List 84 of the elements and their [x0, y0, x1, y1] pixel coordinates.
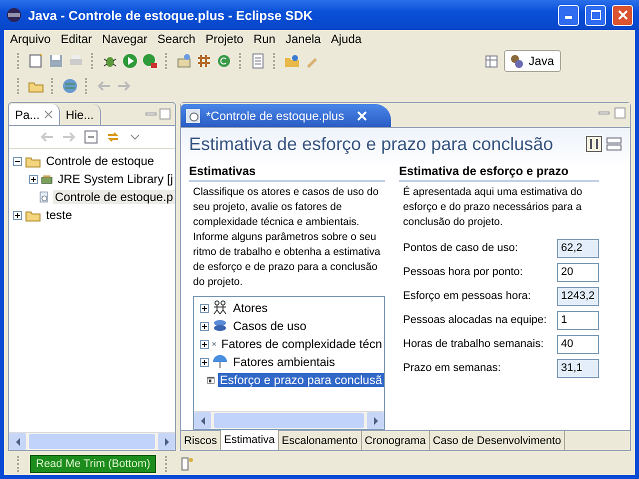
section-heading: Estimativas: [189, 164, 385, 182]
expand-toggle[interactable]: [200, 304, 209, 312]
folder-icon[interactable]: [284, 52, 300, 68]
horizontal-scrollbar[interactable]: [194, 411, 384, 429]
field-label: Horas de trabalho semanais:: [403, 338, 544, 350]
minimize-button[interactable]: [558, 4, 579, 26]
document-icon[interactable]: [250, 52, 266, 68]
maximize-button[interactable]: [585, 4, 606, 26]
page-tab[interactable]: Caso de Desenvolvimento: [430, 431, 566, 450]
trim-label: Read Me Trim (Bottom): [30, 455, 156, 473]
input-field[interactable]: 62,2: [557, 238, 599, 258]
scroll-left-icon[interactable]: [200, 416, 206, 424]
scroll-right-icon[interactable]: [372, 416, 378, 424]
maximize-icon[interactable]: [159, 108, 171, 120]
grid-icon[interactable]: [196, 52, 212, 68]
menu-item[interactable]: Editar: [56, 32, 98, 46]
field-label: Pessoas alocadas na equipe:: [403, 314, 547, 326]
java-perspective-icon: [508, 52, 525, 68]
close-button[interactable]: [612, 4, 633, 26]
expand-toggle[interactable]: [29, 174, 38, 184]
input-field[interactable]: 40: [557, 334, 599, 354]
file-icon: [185, 108, 201, 124]
tree-item[interactable]: Fatores ambientais: [231, 355, 338, 369]
view-tab[interactable]: Hie...: [60, 104, 101, 125]
people-icon: [212, 300, 228, 316]
input-field[interactable]: 1243,2: [557, 286, 599, 306]
menu-item[interactable]: Projeto: [201, 32, 250, 46]
field-label: Pontos de caso de uso:: [403, 242, 518, 254]
menu-item[interactable]: Janela: [281, 32, 327, 46]
expand-toggle[interactable]: [200, 358, 209, 366]
section-description: É apresentada aqui uma estimativa do esforço e do prazo necessários para a conclusão do projeto.: [403, 185, 584, 230]
view-tab[interactable]: Pa...: [9, 104, 60, 125]
new-file-icon[interactable]: [28, 52, 44, 68]
collapse-all-icon[interactable]: [83, 129, 99, 145]
editor-tab[interactable]: *Controle de estoque.plus: [181, 104, 392, 127]
run-tool-icon[interactable]: [142, 52, 158, 68]
section-description: Classifique os atores e casos de uso do seu projeto, avalie os fatores de complexidade técnica e ambientais. Informe alguns parâmetros sobre o seu ritmo de trabalho e obtenha a estimativa de esforço e de prazo para a conclusão do projeto.: [193, 185, 382, 290]
menu-item[interactable]: Search: [153, 32, 202, 46]
scroll-left-icon[interactable]: [14, 438, 20, 446]
tree-item[interactable]: Controle de estoque.p: [52, 190, 175, 204]
horizontal-scrollbar[interactable]: [9, 432, 175, 450]
close-icon: [618, 10, 628, 20]
tree-item[interactable]: Atores: [231, 301, 270, 315]
expand-toggle[interactable]: [13, 210, 22, 220]
field-label: Prazo em semanas:: [403, 362, 501, 374]
input-field[interactable]: 1: [557, 310, 599, 330]
tree-item[interactable]: teste: [44, 208, 74, 222]
globe-icon[interactable]: [62, 78, 78, 94]
window-title: Java - Controle de estoque.plus - Eclipse SDK: [28, 8, 314, 22]
page-tab[interactable]: Cronograma: [362, 431, 430, 450]
package-icon[interactable]: [176, 52, 192, 68]
menu-item[interactable]: Run: [249, 32, 282, 46]
menu-item[interactable]: Ajuda: [326, 32, 368, 46]
expand-toggle[interactable]: [200, 322, 209, 330]
collapse-toggle[interactable]: [13, 156, 22, 166]
maximize-icon: [590, 10, 600, 20]
java-perspective-button[interactable]: Java: [504, 50, 561, 72]
scroll-right-icon[interactable]: [164, 438, 170, 446]
tree-item[interactable]: Casos de uso: [231, 319, 308, 333]
play-icon[interactable]: [122, 52, 138, 68]
open-perspective-icon[interactable]: [484, 52, 500, 68]
section-heading: Estimativa de esforço e prazo: [399, 164, 599, 182]
menu-item[interactable]: Arquivo: [6, 32, 57, 46]
form-title: Estimativa de esforço e prazo para conclusão: [189, 134, 554, 154]
tree-item[interactable]: JRE System Library [j: [56, 172, 175, 186]
class-icon[interactable]: [216, 52, 232, 68]
close-icon[interactable]: [44, 110, 53, 119]
tree-item[interactable]: Fatores de complexidade técn: [219, 337, 384, 351]
eclipse-logo-icon: [6, 7, 22, 23]
umbrella-icon: [212, 354, 228, 370]
input-field[interactable]: 31,1: [557, 358, 599, 378]
maximize-icon[interactable]: [614, 107, 626, 119]
document-icon: [38, 189, 50, 205]
tree-item[interactable]: Esforço e prazo para conclusã: [218, 373, 384, 387]
ellipses-icon: [212, 318, 228, 334]
expand-toggle[interactable]: [200, 340, 209, 348]
menu-item[interactable]: Navegar: [98, 32, 154, 46]
field-label: Pessoas hora por ponto:: [403, 266, 523, 278]
tree-item[interactable]: Controle de estoque: [44, 154, 156, 168]
field-label: Esforço em pessoas hora:: [403, 290, 531, 302]
page-tab[interactable]: Estimativa: [221, 430, 279, 450]
input-field[interactable]: 20: [557, 262, 599, 282]
rows-layout-icon[interactable]: [606, 136, 622, 152]
columns-layout-icon[interactable]: [586, 136, 602, 152]
